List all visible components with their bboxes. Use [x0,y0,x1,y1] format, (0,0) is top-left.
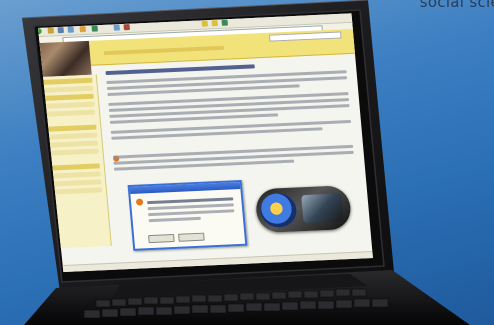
content-heading [105,64,255,76]
toolbar-icon [123,24,131,31]
toolbar-icon [211,20,219,27]
toolbar-icon [47,27,55,34]
toolbar-icon [67,26,75,33]
background-caption: social scie [419,0,494,11]
dialog-box [127,179,248,251]
page-content [105,57,362,257]
warning-icon [135,198,144,206]
toolbar-icon [57,27,65,34]
toolbar-icon [113,24,121,31]
dialog-titlebar [129,182,241,194]
toolbar-icon [221,19,229,26]
dialog-button [178,232,205,242]
banner-search-field [268,31,342,42]
toolbar-icon [201,20,209,27]
media-device-disc [258,192,298,229]
browser-window [38,13,373,273]
dialog-text [147,194,235,225]
toolbar-icon [79,26,87,33]
toolbar-icon [91,25,99,32]
media-device-screen [301,193,344,224]
banner-strip [103,45,225,56]
laptop-photo [0,0,494,325]
media-device-image [254,185,353,234]
dialog-button [148,234,175,244]
